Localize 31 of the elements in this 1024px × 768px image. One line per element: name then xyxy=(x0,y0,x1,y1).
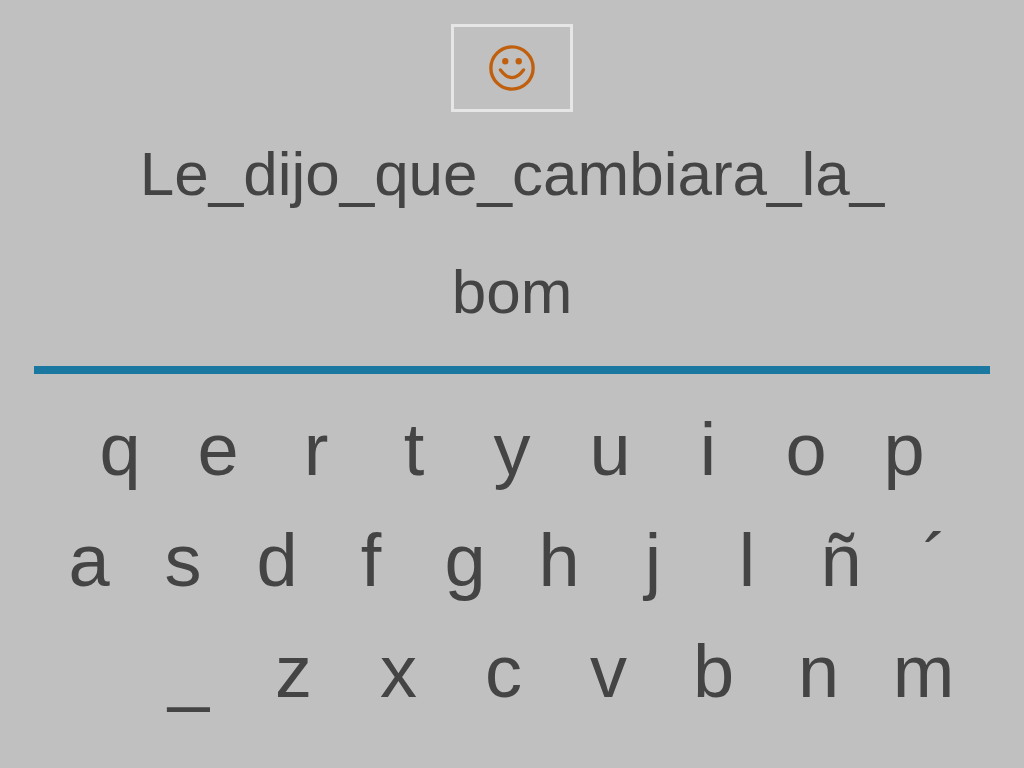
answer-text: bom xyxy=(451,256,573,328)
letter-key[interactable]: v xyxy=(556,626,661,717)
letter-key[interactable]: r xyxy=(267,404,365,495)
letter-key[interactable]: m xyxy=(871,626,976,717)
letter-key[interactable]: c xyxy=(451,626,556,717)
letter-key[interactable]: x xyxy=(346,626,451,717)
letter-key[interactable]: o xyxy=(757,404,855,495)
letter-key[interactable]: a xyxy=(42,515,136,606)
hint-button[interactable] xyxy=(451,24,573,112)
letter-key[interactable]: q xyxy=(71,404,169,495)
letter-key[interactable]: z xyxy=(241,626,346,717)
letter-key[interactable]: i xyxy=(659,404,757,495)
letter-key[interactable]: e xyxy=(169,404,267,495)
letter-key[interactable]: p xyxy=(855,404,953,495)
letter-key[interactable]: t xyxy=(365,404,463,495)
letter-key[interactable]: ´ xyxy=(888,515,982,606)
letter-key[interactable]: ñ xyxy=(794,515,888,606)
letter-key[interactable]: u xyxy=(561,404,659,495)
letter-key[interactable]: f xyxy=(324,515,418,606)
smiley-icon xyxy=(488,44,536,92)
letter-key[interactable]: _ xyxy=(136,626,241,717)
letter-key[interactable]: s xyxy=(136,515,230,606)
letter-key[interactable]: b xyxy=(661,626,766,717)
letter-key[interactable]: j xyxy=(606,515,700,606)
letter-key[interactable]: y xyxy=(463,404,561,495)
letter-key[interactable]: d xyxy=(230,515,324,606)
clue-text: Le_dijo_que_cambiara_la_ xyxy=(139,138,885,210)
letter-key[interactable]: l xyxy=(700,515,794,606)
letter-key[interactable]: g xyxy=(418,515,512,606)
letter-key[interactable]: h xyxy=(512,515,606,606)
letter-key[interactable]: n xyxy=(766,626,871,717)
